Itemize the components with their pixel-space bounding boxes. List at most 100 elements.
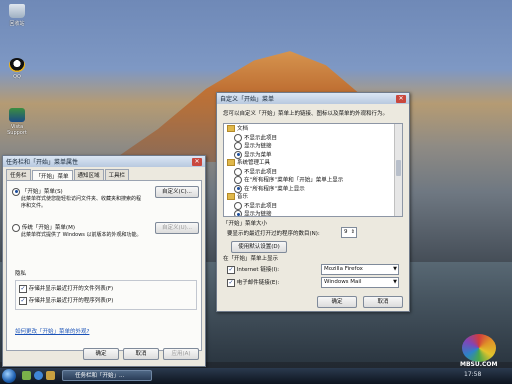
tree-option[interactable]: 不显示此项目 [227, 201, 391, 211]
chevron-down-icon: ▼ [393, 266, 397, 272]
folder-icon [227, 193, 235, 200]
close-button[interactable]: ✕ [396, 94, 406, 103]
email-link-checkbox[interactable]: ✓ [227, 278, 235, 287]
tree-rows: 文档 不显示此项目 显示为链接 显示为菜单 系统管理工具 不显示此项目 在“所有程序”菜单和… [227, 125, 391, 217]
scrollbar-thumb[interactable] [396, 160, 401, 176]
tree-category[interactable]: 音乐 [227, 193, 391, 202]
size-heading: 「开始」菜单大小 [223, 221, 268, 227]
recent-files-label: 存储并显示最近打开的文件列表(F) [28, 286, 114, 292]
internet-browser-select[interactable]: Mozilla Firefox ▼ [321, 264, 399, 275]
internet-link-option[interactable]: ✓ Internet 链接(I): [227, 265, 279, 274]
customize-title: 自定义「开始」菜单 [220, 96, 275, 103]
tree-row-label: 显示为链接 [244, 211, 272, 217]
classic-menu-label: 传统「开始」菜单(M) [21, 225, 75, 231]
taskbar-properties-dialog: 任务栏和「开始」菜单属性 ✕ 任务栏 「开始」菜单 通知区域 工具栏 「开始」菜… [2, 155, 206, 367]
recent-programs-checkbox[interactable]: ✓ [19, 296, 27, 305]
use-defaults-button[interactable]: 使用默认设置(D) [231, 241, 287, 253]
tree-option[interactable]: 显示为链接 [227, 210, 391, 217]
customize-start-menu-dialog: 自定义「开始」菜单 ✕ 您可以自定义「开始」菜单上的链接、图标以及菜单的外观和行… [216, 92, 410, 312]
customize-description: 您可以自定义「开始」菜单上的链接、图标以及菜单的外观和行为。 [223, 111, 389, 117]
tree-category[interactable]: 系统管理工具 [227, 159, 391, 168]
option-radio[interactable] [234, 210, 242, 216]
desktop-icon-vista-support[interactable]: Vista Support [3, 108, 31, 136]
dialog-title: 任务栏和「开始」菜单属性 [6, 159, 79, 166]
start-orb-icon[interactable] [2, 369, 16, 383]
desktop-icon-recycle-bin[interactable]: 回收站 [3, 4, 31, 27]
option-radio[interactable] [234, 201, 242, 210]
classic-menu-description: 此菜单样式提供了 Windows 以前版本的外观和功能。 [21, 232, 142, 238]
tree-row-label: 显示为菜单 [244, 152, 272, 158]
classic-menu-option[interactable]: 传统「开始」菜单(M) [12, 223, 75, 232]
tree-row-label: 文档 [237, 126, 249, 132]
email-client-value: Windows Mail [324, 279, 362, 285]
tree-option[interactable]: 在“所有程序”菜单上显示 [227, 184, 391, 194]
tree-option[interactable]: 不显示此项目 [227, 167, 391, 177]
option-radio[interactable] [234, 142, 242, 150]
cancel-button[interactable]: 取消 [363, 296, 403, 308]
option-radio[interactable] [234, 167, 242, 176]
tree-option[interactable]: 显示为链接 [227, 142, 391, 151]
tree-option[interactable]: 在“所有程序”菜单和「开始」菜单上显示 [227, 176, 391, 185]
quicklaunch-ie-icon[interactable] [34, 371, 43, 380]
desktop-icon-label: Vista Support [7, 124, 27, 136]
option-radio[interactable] [234, 176, 242, 184]
qq-penguin-icon [9, 58, 25, 72]
quicklaunch-folder-icon[interactable] [46, 371, 55, 380]
start-menu-description: 此菜单样式使您能轻松访问文件夹、收藏夹和搜索的程序和文件。 [21, 196, 142, 209]
tab-toolbars[interactable]: 工具栏 [104, 169, 130, 180]
recent-programs-label: 要显示的最近打开过的程序的数目(N): [227, 231, 320, 237]
email-client-select[interactable]: Windows Mail ▼ [321, 277, 399, 288]
folder-icon [227, 125, 235, 132]
tree-row-label: 音乐 [237, 194, 249, 200]
tab-notification-area[interactable]: 通知区域 [73, 169, 104, 180]
internet-browser-value: Mozilla Firefox [324, 266, 363, 272]
customize-titlebar[interactable]: 自定义「开始」菜单 ✕ [217, 93, 409, 104]
ok-button[interactable]: 确定 [317, 296, 357, 308]
recent-programs-label: 存储并显示最近打开的程序列表(P) [28, 298, 114, 304]
recent-files-checkbox[interactable]: ✓ [19, 284, 27, 293]
clock: 17:58 [464, 371, 482, 378]
tree-option[interactable]: 不显示此项目 [227, 133, 391, 143]
tab-panel: 「开始」菜单(S) 此菜单样式使您能轻松访问文件夹、收藏夹和搜索的程序和文件。 … [6, 180, 202, 351]
tree-row-label: 系统管理工具 [237, 160, 271, 166]
options-tree[interactable]: 文档 不显示此项目 显示为链接 显示为菜单 系统管理工具 不显示此项目 在“所有程序”菜单和… [223, 123, 403, 217]
apply-button[interactable]: 应用(A) [163, 348, 199, 360]
cancel-button[interactable]: 取消 [123, 348, 159, 360]
show-heading: 在「开始」菜单上显示 [223, 256, 279, 262]
classic-menu-radio[interactable] [12, 223, 20, 232]
option-radio[interactable] [234, 150, 242, 159]
watermark-logo-icon [462, 334, 496, 362]
ok-button[interactable]: 确定 [83, 348, 119, 360]
start-menu-option[interactable]: 「开始」菜单(S) [12, 187, 63, 196]
recent-count-value: 9 [344, 229, 348, 235]
tree-row-label: 不显示此项目 [244, 203, 278, 209]
dialog-titlebar[interactable]: 任务栏和「开始」菜单属性 ✕ [3, 156, 205, 167]
folder-icon [227, 159, 235, 166]
desktop-icon-qq[interactable]: QQ [3, 58, 31, 80]
desktop-icon-label: 回收站 [9, 21, 25, 27]
email-link-option[interactable]: ✓ 电子邮件链接(E): [227, 278, 279, 287]
recent-programs-option[interactable]: ✓ 存储并显示最近打开的程序列表(P) [19, 296, 113, 305]
customize-button[interactable]: 自定义(C)... [155, 186, 199, 198]
close-button[interactable]: ✕ [192, 157, 202, 166]
recent-count-spinner[interactable]: 9 ⇕ [341, 227, 357, 238]
option-radio[interactable] [234, 133, 242, 142]
quicklaunch-desktop-icon[interactable] [22, 371, 31, 380]
recent-files-option[interactable]: ✓ 存储并显示最近打开的文件列表(F) [19, 284, 113, 293]
desktop-icon-label: QQ [13, 74, 21, 80]
chevron-down-icon: ▼ [393, 279, 397, 285]
option-radio[interactable] [234, 184, 242, 193]
help-link[interactable]: 如何更改「开始」菜单的外观? [15, 327, 89, 335]
internet-link-checkbox[interactable]: ✓ [227, 265, 235, 274]
start-menu-radio[interactable] [12, 187, 20, 196]
tab-strip: 任务栏 「开始」菜单 通知区域 工具栏 [3, 167, 205, 181]
customize-classic-button[interactable]: 自定义(U)... [155, 222, 199, 234]
tree-row-label: 在“所有程序”菜单上显示 [244, 186, 305, 192]
network-computer-icon [9, 108, 25, 122]
taskbar-button-properties[interactable]: 任务栏和「开始」... [62, 370, 152, 381]
taskbar: 任务栏和「开始」... 17:58 [0, 368, 512, 384]
tree-scrollbar[interactable] [394, 124, 402, 216]
tree-category[interactable]: 文档 [227, 125, 391, 134]
tab-taskbar[interactable]: 任务栏 [6, 169, 31, 180]
tree-option[interactable]: 显示为菜单 [227, 150, 391, 160]
